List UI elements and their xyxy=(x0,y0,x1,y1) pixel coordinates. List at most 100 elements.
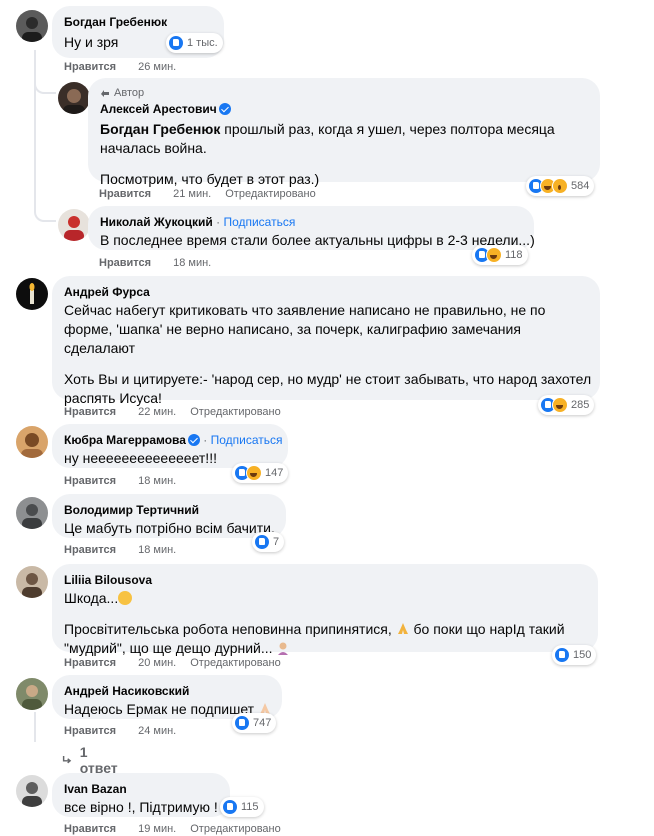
commenter-name[interactable]: Liliia Bilousova xyxy=(64,572,586,588)
reaction-summary[interactable]: 1 тыс. xyxy=(166,33,223,53)
reaction-summary[interactable]: 118 xyxy=(472,245,528,265)
reaction-count: 115 xyxy=(241,801,259,813)
thread-line xyxy=(34,712,36,742)
like-button[interactable]: Нравится xyxy=(64,822,116,836)
comment-text-part: прошлый раз, когда я ушел, через полтора… xyxy=(220,121,555,137)
like-button[interactable]: Нравится xyxy=(64,60,116,74)
commenter-name-text[interactable]: Николай Жукоцкий xyxy=(100,215,213,229)
commenter-name[interactable]: Алексей Арестович xyxy=(100,101,588,117)
commenter-name[interactable]: Володимир Тертичний xyxy=(64,502,274,518)
comment-actions: Нравится 18 мин. xyxy=(64,543,190,557)
comment-bubble: Liliia Bilousova Шкода... Просвітительсь… xyxy=(52,564,598,656)
like-button[interactable]: Нравится xyxy=(64,543,116,557)
separator: · xyxy=(212,215,224,229)
comment-actions: Нравится 21 мин. Отредактировано xyxy=(99,187,316,201)
avatar[interactable] xyxy=(16,278,48,310)
comment-text-line: Хоть Вы и цитируете:- 'народ сер, но муд… xyxy=(64,371,592,387)
follow-link[interactable]: Подписаться xyxy=(211,433,283,447)
reaction-summary[interactable]: 584 xyxy=(526,176,595,196)
reaction-count: 285 xyxy=(571,399,590,411)
comment-text-part: Шкода... xyxy=(64,590,119,606)
like-reaction-icon xyxy=(222,799,238,815)
confused-emoji-icon xyxy=(118,591,133,605)
timestamp[interactable]: 19 мин. xyxy=(138,822,176,836)
like-button[interactable]: Нравится xyxy=(64,474,116,488)
mention-link[interactable]: Богдан Гребенюк xyxy=(100,121,220,137)
timestamp[interactable]: 18 мин. xyxy=(173,256,211,270)
like-reaction-icon xyxy=(554,647,570,663)
commenter-name: Николай Жукоцкий · Подписаться xyxy=(100,214,522,230)
avatar[interactable] xyxy=(16,566,48,598)
reaction-summary[interactable]: 747 xyxy=(232,713,277,733)
verified-badge-icon xyxy=(187,434,200,446)
replies-count[interactable]: 1 ответ xyxy=(80,744,120,776)
avatar[interactable] xyxy=(16,10,48,42)
follow-link[interactable]: Подписаться xyxy=(223,215,295,229)
commenter-name-text[interactable]: Кюбра Магеррамова xyxy=(64,433,186,447)
timestamp[interactable]: 18 мин. xyxy=(138,474,176,488)
timestamp[interactable]: 21 мин. xyxy=(173,187,211,201)
like-button[interactable]: Нравится xyxy=(64,405,116,419)
reaction-summary[interactable]: 7 xyxy=(252,532,285,552)
view-replies-link[interactable]: 1 ответ xyxy=(62,744,120,776)
avatar[interactable] xyxy=(16,426,48,458)
edited-label: Отредактировано xyxy=(190,823,281,835)
avatar[interactable] xyxy=(16,497,48,529)
reaction-count: 747 xyxy=(253,717,272,729)
praying-hands-icon xyxy=(397,623,408,634)
like-button[interactable]: Нравится xyxy=(99,256,151,270)
reaction-count: 118 xyxy=(505,249,523,261)
verified-badge-icon xyxy=(218,103,231,115)
comment-bubble: Ivan Bazan все вірно !, Підтримую ! xyxy=(52,773,230,817)
avatar[interactable] xyxy=(58,82,90,114)
commenter-name[interactable]: Богдан Гребенюк xyxy=(64,14,212,30)
like-button[interactable]: Нравится xyxy=(64,724,116,738)
thread-elbow xyxy=(34,50,56,94)
avatar[interactable] xyxy=(16,678,48,710)
commenter-name: Кюбра Магеррамова · Подписаться xyxy=(64,432,283,448)
reaction-count: 147 xyxy=(265,467,284,479)
comment-bubble: Автор Алексей Арестович Богдан Гребенюк … xyxy=(88,78,600,187)
comment-bubble: Андрей Фурса Сейчас набегут критиковать … xyxy=(52,276,600,406)
like-reaction-icon xyxy=(168,35,184,51)
timestamp[interactable]: 18 мин. xyxy=(138,543,176,557)
timestamp[interactable]: 20 мин. xyxy=(138,656,176,670)
comment-actions: Нравится 24 мин. xyxy=(64,724,190,738)
author-badge-label: Автор xyxy=(114,87,145,99)
reaction-summary[interactable]: 285 xyxy=(538,395,595,415)
timestamp[interactable]: 24 мин. xyxy=(138,724,176,738)
reply-arrow-icon xyxy=(62,755,72,764)
like-reaction-icon xyxy=(254,534,270,550)
commenter-name[interactable]: Андрей Фурса xyxy=(64,284,588,300)
comment-bubble: Володимир Тертичний Це мабуть потрібно в… xyxy=(52,494,286,538)
comment-actions: Нравится 19 мин. Отредактировано xyxy=(64,822,281,836)
haha-reaction-icon xyxy=(486,247,502,263)
avatar[interactable] xyxy=(16,775,48,807)
avatar[interactable] xyxy=(58,209,90,241)
comment-text-line: Шкода... xyxy=(64,589,586,608)
like-button[interactable]: Нравится xyxy=(64,656,116,670)
commenter-name-text[interactable]: Алексей Арестович xyxy=(100,102,217,116)
reaction-summary[interactable]: 115 xyxy=(220,797,264,817)
comment-text-part: бо поки що нарІд такий xyxy=(409,621,565,637)
author-badge-icon xyxy=(101,90,109,97)
comment-actions: Нравится 18 мин. xyxy=(64,474,190,488)
like-button[interactable]: Нравится xyxy=(99,187,151,201)
comment-bubble: Николай Жукоцкий · Подписаться В последн… xyxy=(88,206,535,250)
commenter-name[interactable]: Ivan Bazan xyxy=(64,781,218,797)
reaction-count: 7 xyxy=(273,536,280,548)
comment-text-line: Сейчас набегут критиковать что заявление… xyxy=(64,302,546,318)
comment-text: Це мабуть потрібно всім бачити. xyxy=(64,520,275,536)
comment-actions: Нравится 26 мин. xyxy=(64,60,190,74)
comment-text-line: началась война. xyxy=(100,140,207,156)
timestamp[interactable]: 22 мин. xyxy=(138,405,176,419)
reaction-summary[interactable]: 147 xyxy=(232,463,289,483)
timestamp[interactable]: 26 мин. xyxy=(138,60,176,74)
comment-text: В последнее время стали более актуальны … xyxy=(100,232,535,248)
reaction-summary[interactable]: 150 xyxy=(552,645,597,665)
comment-actions: Нравится 18 мин. xyxy=(99,256,225,270)
comment-actions: Нравится 20 мин. Отредактировано xyxy=(64,656,281,670)
comment-text-line: форме, 'шапка' не верно написано, за поч… xyxy=(64,321,521,337)
commenter-name[interactable]: Андрей Насиковский xyxy=(64,683,270,699)
author-badge: Автор xyxy=(100,86,588,100)
